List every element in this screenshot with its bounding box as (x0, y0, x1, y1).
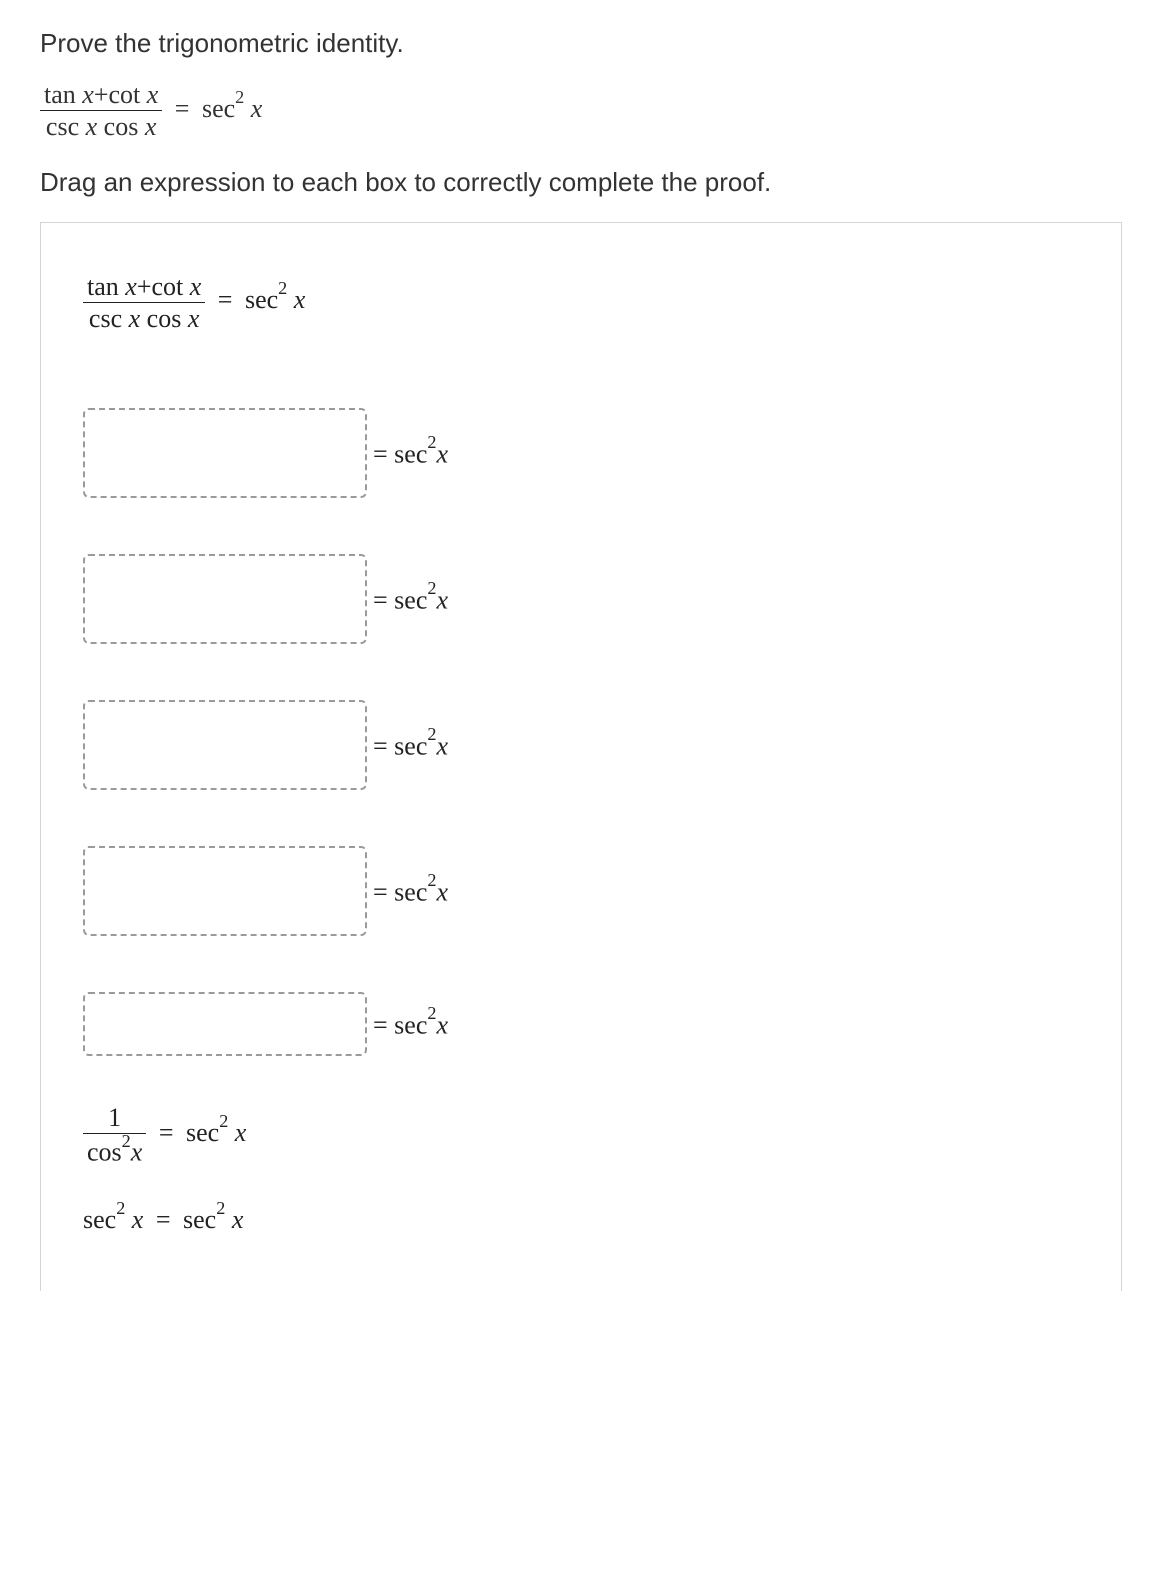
drop-zone-1[interactable] (83, 408, 367, 498)
lhs-denominator: csc x cos x (40, 111, 162, 140)
drag-instruction: Drag an expression to each box to correc… (40, 167, 1122, 198)
proof-line-8: sec2 x = sec2 x (83, 1202, 1079, 1235)
proof-step-5: = sec2x (83, 846, 1079, 936)
one-over-cos2: 1 cos2x (83, 1104, 146, 1166)
lhs: sec2 x (83, 1205, 143, 1234)
step-rhs: = sec2x (373, 1008, 448, 1041)
proof-step-4: = sec2x (83, 700, 1079, 790)
equals-sign: = (159, 1118, 174, 1147)
lhs-numerator: tan x+cot x (40, 81, 162, 111)
proof-line-7: 1 cos2x = sec2 x (83, 1104, 1079, 1166)
equals-sign: = (156, 1205, 171, 1234)
rhs: sec2 x (183, 1205, 243, 1234)
drop-zone-4[interactable] (83, 846, 367, 936)
drop-zone-3[interactable] (83, 700, 367, 790)
lhs-numerator: tan x+cot x (83, 273, 205, 303)
frac-num: 1 (83, 1104, 146, 1134)
step-rhs: = sec2x (373, 437, 448, 470)
proof-panel: tan x+cot x csc x cos x = sec2 x = sec2x… (40, 222, 1122, 1292)
identity-lhs-fraction: tan x+cot x csc x cos x (40, 81, 162, 141)
drop-zone-2[interactable] (83, 554, 367, 644)
step-rhs: = sec2x (373, 583, 448, 616)
proof-line-1: tan x+cot x csc x cos x = sec2 x (83, 273, 1079, 333)
step-rhs: = sec2x (373, 729, 448, 762)
instruction-text: Prove the trigonometric identity. (40, 28, 1122, 59)
drop-zone-5[interactable] (83, 992, 367, 1056)
identity-equation: tan x+cot x csc x cos x = sec2 x (40, 81, 1122, 141)
equals-sign: = (218, 285, 233, 314)
proof-step-2: = sec2x (83, 408, 1079, 498)
frac-den: cos2x (83, 1134, 146, 1166)
rhs: sec2 x (186, 1118, 246, 1147)
proof-step-3: = sec2x (83, 554, 1079, 644)
proof-lhs-fraction: tan x+cot x csc x cos x (83, 273, 205, 333)
identity-rhs: sec2 x (202, 94, 262, 123)
lhs-denominator: csc x cos x (83, 303, 205, 332)
proof-rhs: sec2 x (245, 285, 305, 314)
equals-sign: = (175, 94, 190, 123)
proof-step-6: = sec2x (83, 992, 1079, 1056)
step-rhs: = sec2x (373, 875, 448, 908)
